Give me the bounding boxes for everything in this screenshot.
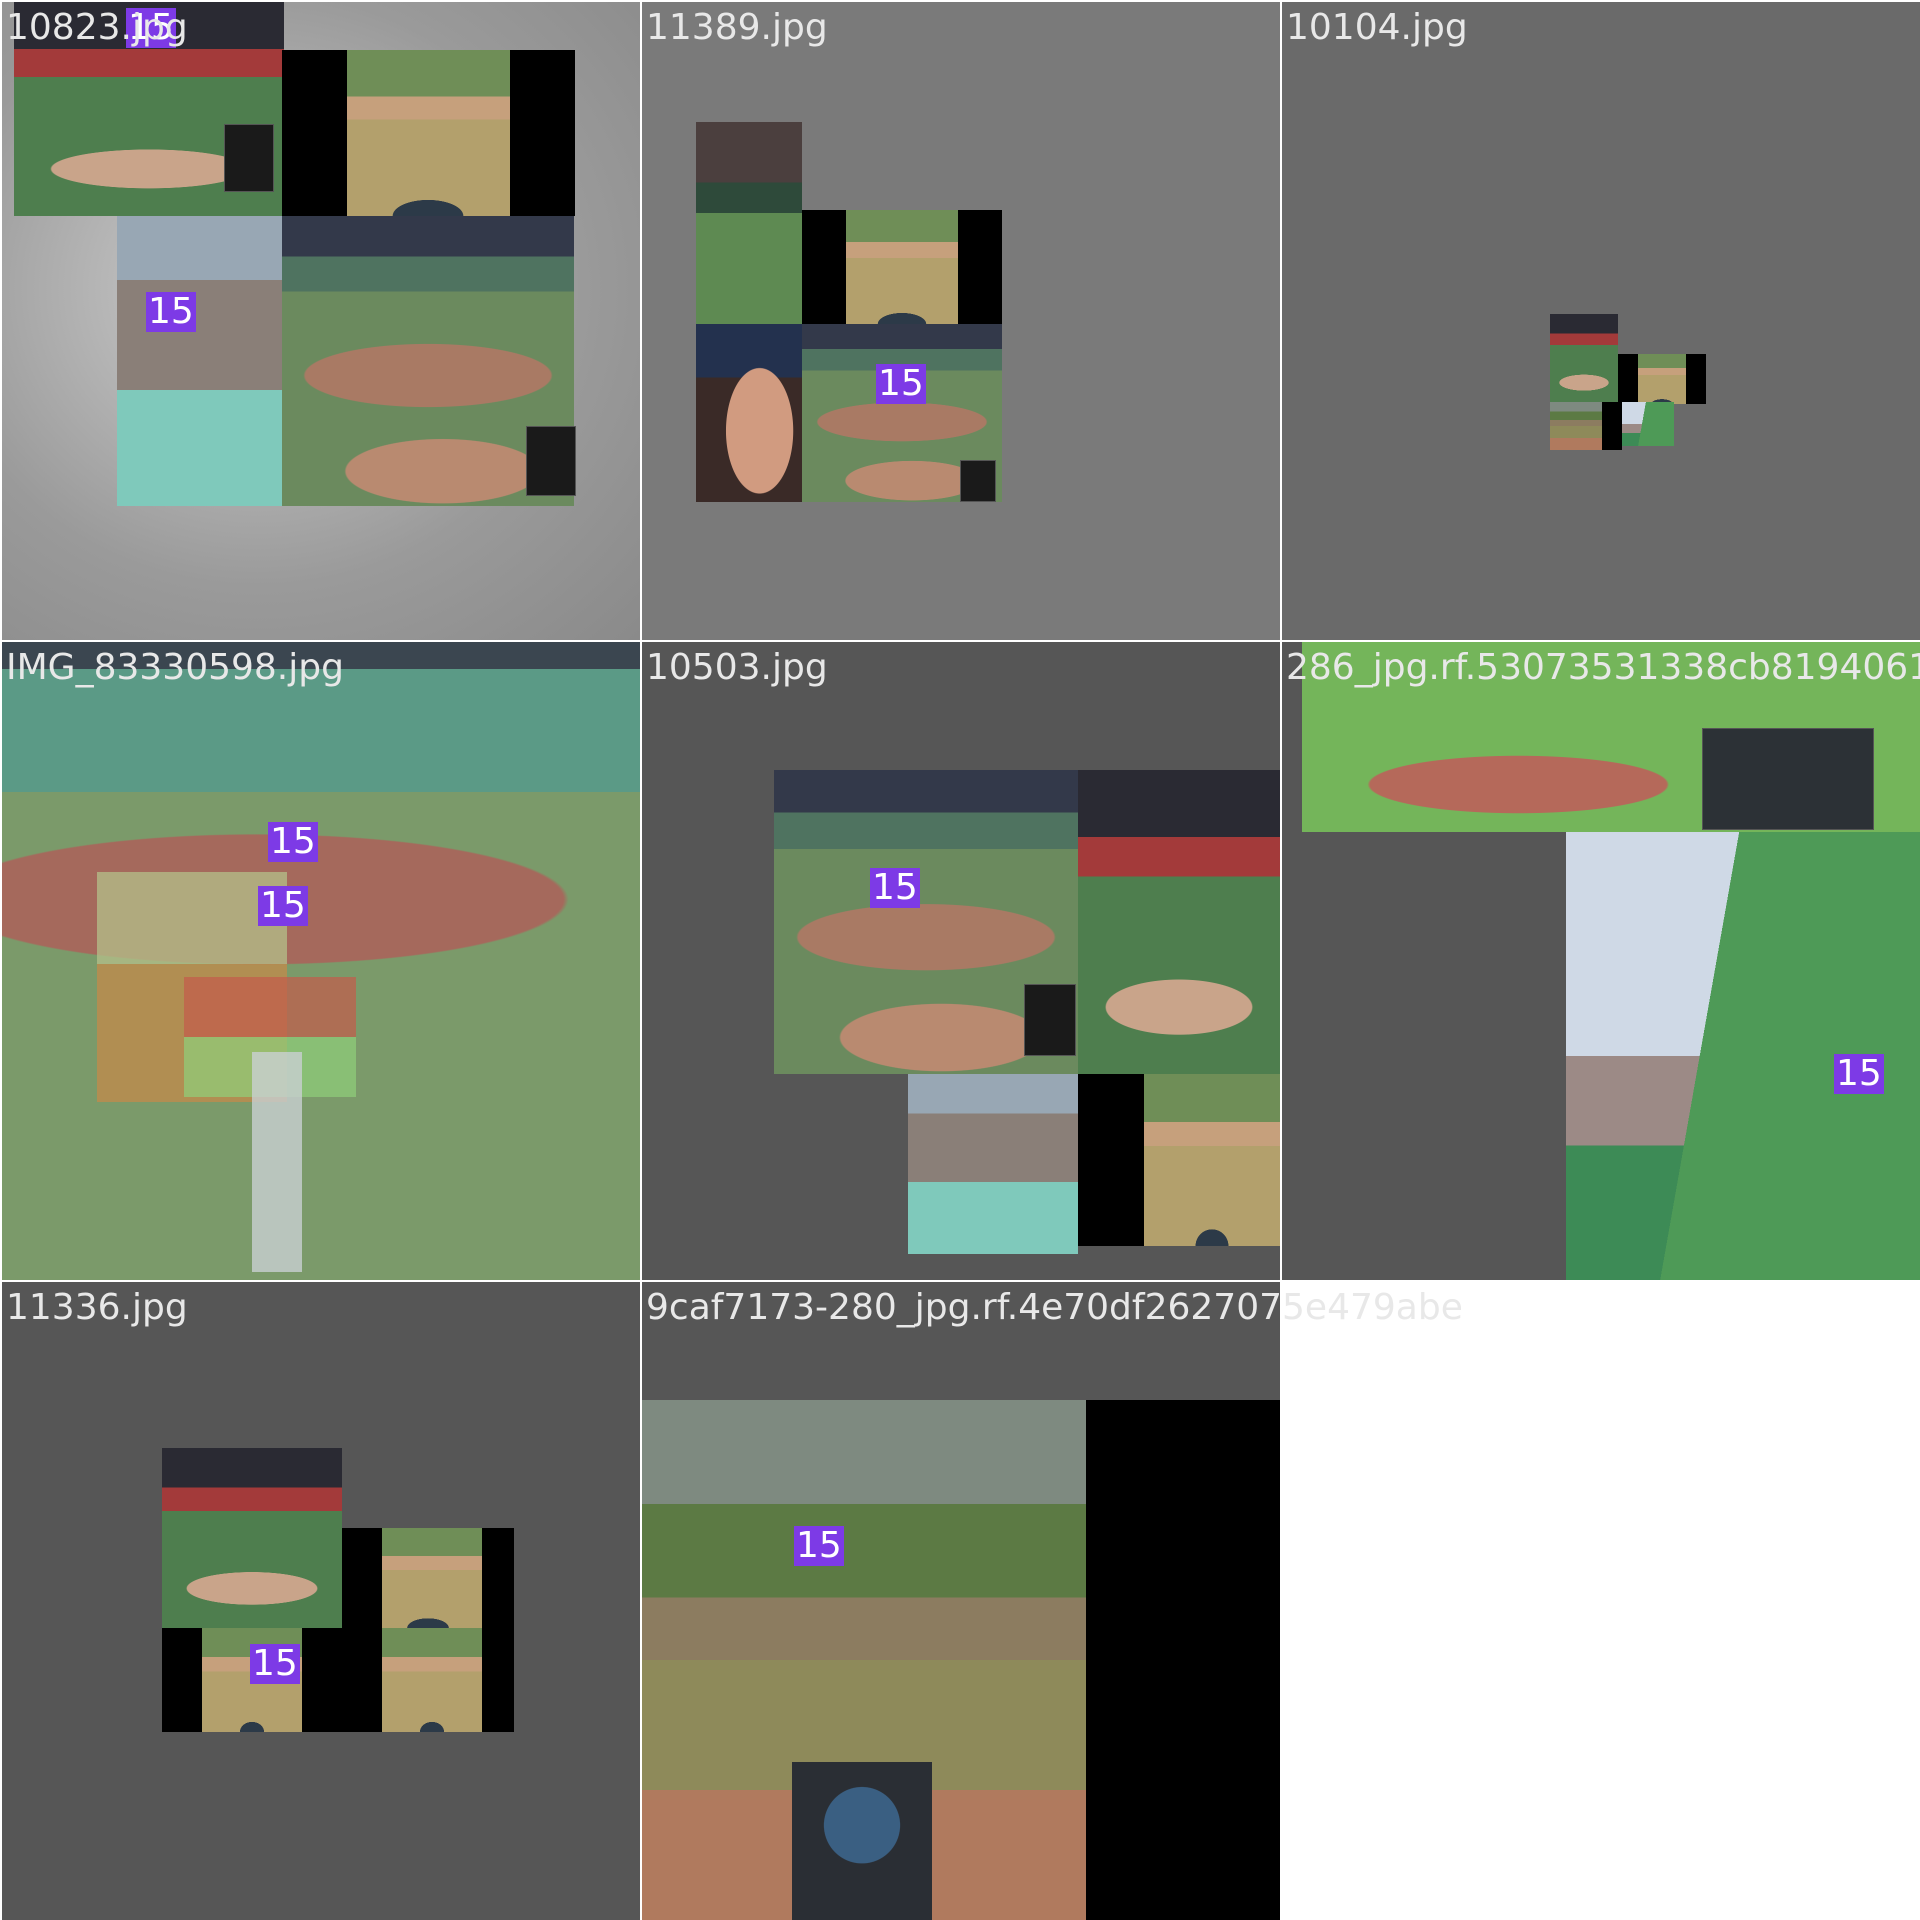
mosaic-tile[interactable]: 10104.jpg xyxy=(1282,2,1920,640)
tile-title: 10823.jpg xyxy=(6,7,188,48)
photo-crowd-field xyxy=(696,122,802,324)
photo-black-pad xyxy=(1602,402,1622,450)
class-label: 15 xyxy=(1834,1053,1884,1094)
scoreboard-overlay xyxy=(224,124,274,192)
mosaic-tile[interactable]: 15 11336.jpg xyxy=(2,1282,640,1920)
photo-catcher-helmet xyxy=(792,1762,932,1920)
photo-black-pad xyxy=(282,50,347,216)
scoreboard-overlay xyxy=(1702,728,1874,830)
photo-black-pad xyxy=(342,1528,382,1628)
tile-title: 9caf7173-280_jpg.rf.4e70df2627075e479abe xyxy=(646,1287,1463,1328)
photo-black-pad xyxy=(1078,1074,1144,1246)
photo-black-pad xyxy=(802,210,846,324)
photo-small-trees xyxy=(1622,402,1674,446)
scoreboard-overlay xyxy=(1024,984,1076,1056)
photo-small-park xyxy=(1550,402,1602,450)
photo-black-pad xyxy=(302,1628,382,1732)
mosaic-tile[interactable]: 15 10503.jpg xyxy=(642,642,1280,1280)
photo-batter xyxy=(162,1448,342,1628)
photo-black-pad xyxy=(958,210,1002,324)
class-label: 15 xyxy=(876,363,926,404)
photo-budweiser-field xyxy=(1078,770,1280,1074)
tile-title: 10104.jpg xyxy=(1286,7,1468,48)
photo-catcher-view xyxy=(1144,1074,1280,1246)
scoreboard-overlay xyxy=(960,460,996,502)
class-label: 15 xyxy=(268,821,318,862)
mosaic-tile[interactable]: 15 11389.jpg xyxy=(642,2,1280,640)
photo-catcher-view xyxy=(382,1628,482,1732)
photo-black-pad xyxy=(1086,1400,1280,1920)
photo-black-pad xyxy=(1686,354,1706,404)
photo-stadium xyxy=(908,1074,1078,1254)
mosaic-tile[interactable]: 15 9caf7173-280_jpg.rf.4e70df2627075e479… xyxy=(642,1282,1463,1920)
photo-black-pad xyxy=(1618,354,1638,404)
photo-black-pad xyxy=(482,1628,514,1732)
tile-title: IMG_83330598.jpg xyxy=(6,647,344,688)
class-label: 15 xyxy=(870,867,920,908)
photo-small-field xyxy=(1550,314,1618,402)
mosaic-tile[interactable]: 15 286_jpg.rf.53073531338cb819406144 xyxy=(1282,642,1920,1280)
class-label: 15 xyxy=(250,1643,300,1684)
scoreboard-overlay xyxy=(526,426,576,496)
tile-title: 286_jpg.rf.53073531338cb819406144 xyxy=(1286,647,1920,688)
mosaic-tile[interactable]: 15 15 10823.jpg xyxy=(2,2,640,640)
photo-black-pad xyxy=(162,1628,202,1732)
mosaic-tile[interactable]: 15 15 IMG_83330598.jpg xyxy=(2,642,640,1280)
class-label: 15 xyxy=(794,1525,844,1566)
tile-title: 10503.jpg xyxy=(646,647,828,688)
photo-black-pad xyxy=(482,1528,514,1628)
tile-title: 11389.jpg xyxy=(646,7,828,48)
class-label: 15 xyxy=(258,885,308,926)
photo-black-pad xyxy=(510,50,575,216)
tile-title: 11336.jpg xyxy=(6,1287,188,1328)
photo-player-face xyxy=(696,324,802,502)
photo-player-silhouette xyxy=(252,1052,302,1272)
photo-stadium xyxy=(117,216,282,506)
class-label: 15 xyxy=(146,291,196,332)
